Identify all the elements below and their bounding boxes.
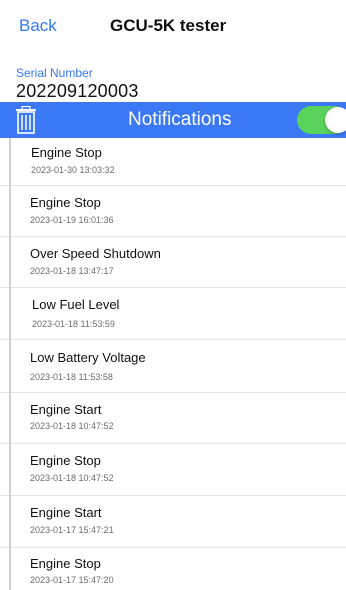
item-time: 2023-01-17 15:47:20 bbox=[30, 575, 114, 585]
back-button[interactable]: Back bbox=[19, 16, 57, 36]
item-title: Engine Start bbox=[30, 402, 102, 417]
list-item[interactable]: Over Speed Shutdown 2023-01-18 13:47:17 bbox=[0, 237, 346, 288]
item-time: 2023-01-18 11:53:58 bbox=[30, 372, 113, 382]
item-title: Engine Stop bbox=[30, 453, 101, 468]
item-title: Engine Stop bbox=[31, 145, 102, 160]
item-title: Low Fuel Level bbox=[32, 297, 120, 312]
list-item[interactable]: Engine Stop 2023-01-30 13:03:32 bbox=[0, 138, 346, 186]
item-title: Engine Start bbox=[30, 505, 102, 520]
item-time: 2023-01-30 13:03:32 bbox=[31, 165, 115, 175]
item-time: 2023-01-17 15:47:21 bbox=[30, 525, 114, 535]
trash-icon[interactable] bbox=[15, 105, 37, 134]
list-item[interactable]: Engine Stop 2023-01-17 15:47:20 bbox=[0, 548, 346, 590]
item-title: Over Speed Shutdown bbox=[30, 246, 161, 261]
notifications-toggle[interactable] bbox=[297, 106, 346, 134]
list-item[interactable]: Low Battery Voltage 2023-01-18 11:53:58 bbox=[0, 340, 346, 393]
item-title: Low Battery Voltage bbox=[30, 350, 146, 365]
navigation-bar: Back GCU-5K tester bbox=[0, 0, 346, 56]
notifications-header-bar: Notifications bbox=[0, 102, 346, 138]
notifications-title: Notifications bbox=[128, 109, 232, 130]
item-time: 2023-01-18 10:47:52 bbox=[30, 473, 114, 483]
serial-number-value: 202209120003 bbox=[16, 81, 139, 101]
item-time: 2023-01-18 10:47:52 bbox=[30, 421, 114, 431]
item-time: 2023-01-18 11:53:59 bbox=[32, 319, 115, 329]
item-time: 2023-01-18 13:47:17 bbox=[30, 266, 114, 276]
toggle-knob bbox=[325, 107, 346, 133]
scroll-indicator[interactable] bbox=[9, 138, 11, 590]
item-title: Engine Stop bbox=[30, 195, 101, 210]
item-title: Engine Stop bbox=[30, 556, 101, 571]
list-item[interactable]: Engine Stop 2023-01-19 16:01:36 bbox=[0, 186, 346, 237]
list-item[interactable]: Low Fuel Level 2023-01-18 11:53:59 bbox=[0, 288, 346, 340]
list-item[interactable]: Engine Start 2023-01-17 15:47:21 bbox=[0, 496, 346, 548]
list-item[interactable]: Engine Stop 2023-01-18 10:47:52 bbox=[0, 444, 346, 496]
serial-number-label: Serial Number bbox=[16, 66, 93, 80]
list-item[interactable]: Engine Start 2023-01-18 10:47:52 bbox=[0, 393, 346, 444]
page-title: GCU-5K tester bbox=[110, 16, 227, 35]
item-time: 2023-01-19 16:01:36 bbox=[30, 215, 114, 225]
